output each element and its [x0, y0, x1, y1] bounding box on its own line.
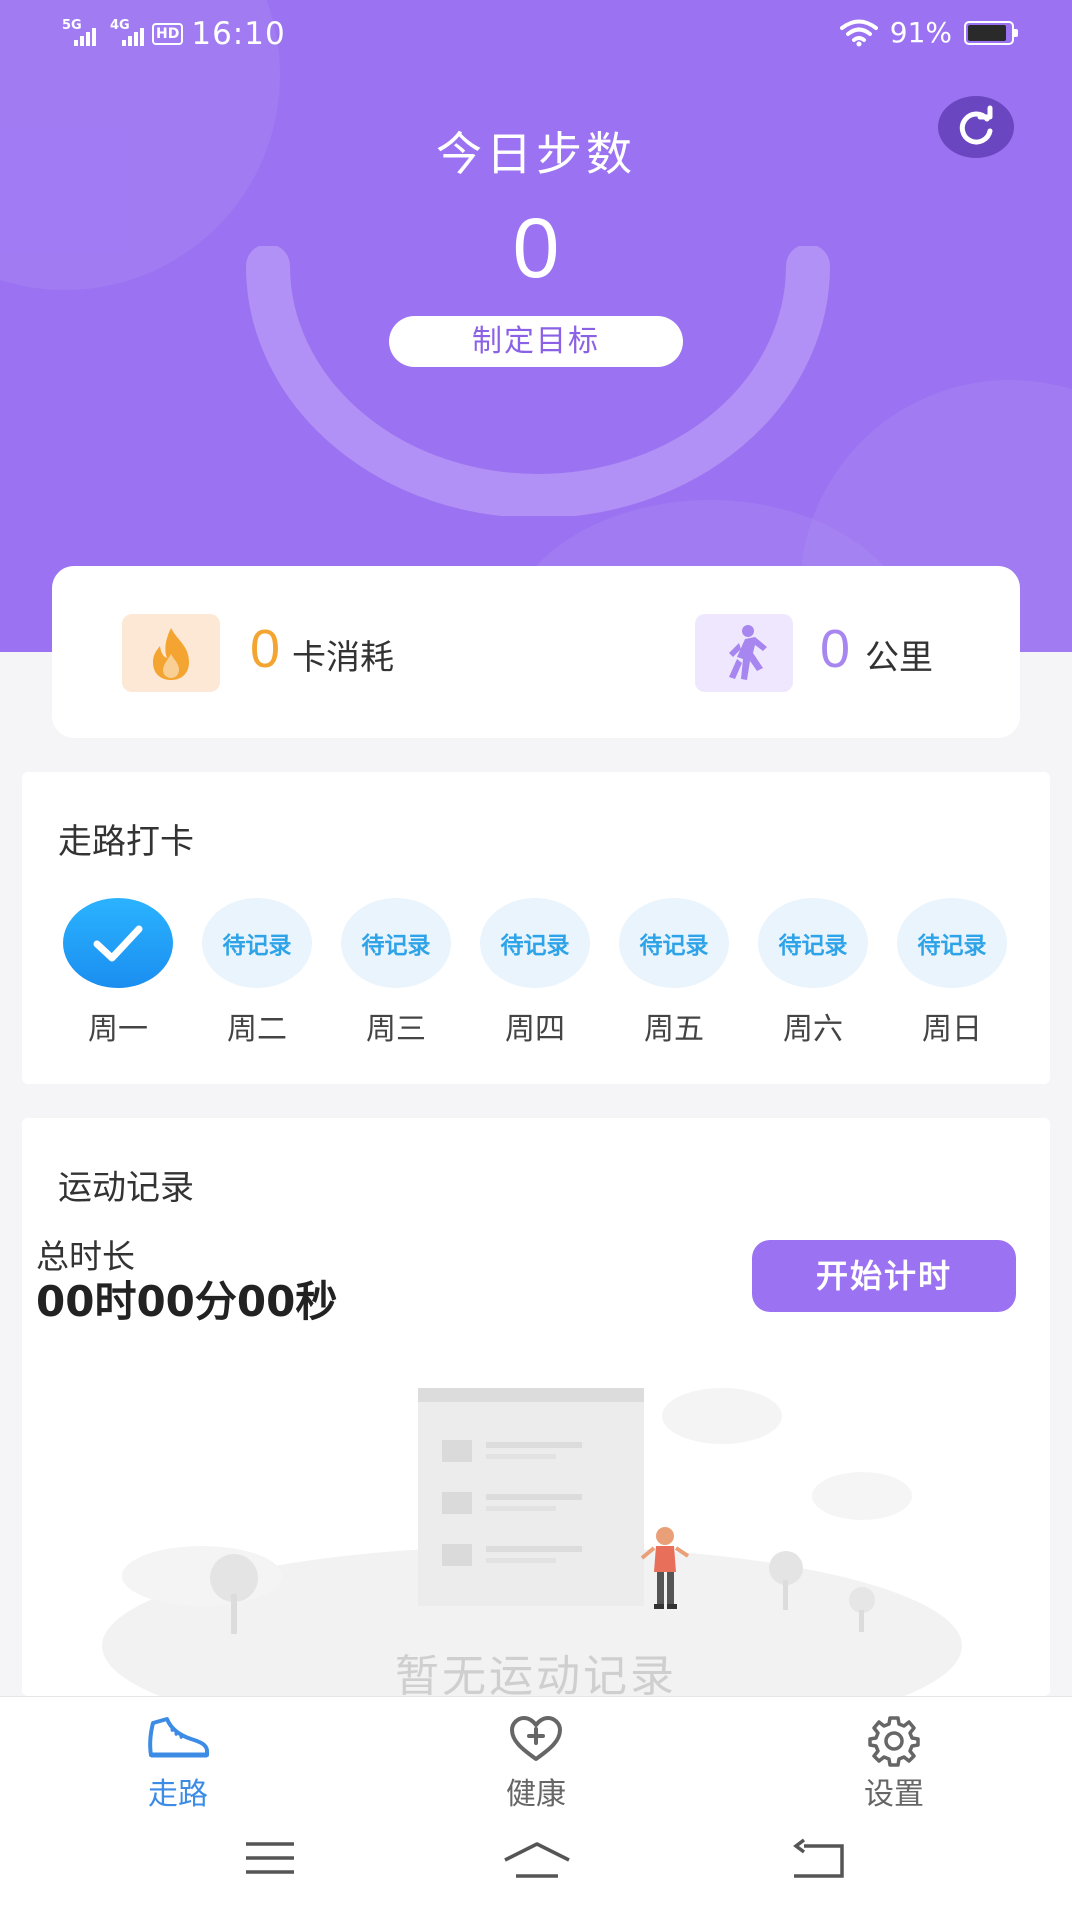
day-label: 周一: [88, 1012, 148, 1047]
heart-plus-icon: [510, 1716, 562, 1761]
day-pending-tuesday[interactable]: 待记录: [202, 898, 312, 988]
checkin-title: 走路打卡: [58, 822, 194, 862]
menu-icon[interactable]: [244, 1838, 296, 1878]
bottom-tab-bar: 走路 健康 设置: [0, 1696, 1072, 1814]
distance-label: 公里: [865, 638, 933, 678]
clock: 16:10: [191, 16, 286, 52]
day-pending-thursday[interactable]: 待记录: [480, 898, 590, 988]
home-icon[interactable]: [502, 1838, 572, 1882]
network-type-label: 5G: [62, 18, 82, 33]
shoe-icon: [148, 1717, 209, 1758]
distance-value: 0: [820, 619, 851, 679]
page-title: 今日步数: [436, 127, 636, 181]
day-pending-wednesday[interactable]: 待记录: [341, 898, 451, 988]
wifi-icon: [839, 19, 878, 46]
calories-label: 卡消耗: [292, 638, 394, 678]
total-duration-value: 00时00分00秒: [36, 1277, 338, 1326]
day-pending-friday[interactable]: 待记录: [619, 898, 729, 988]
stats-card: 0 卡消耗 0 公里: [52, 566, 1020, 738]
gear-icon: [868, 1716, 920, 1767]
signal-5g-icon: 5G: [62, 18, 96, 46]
checkin-card: 走路打卡 待记录 待记录 待记录 待记录 待记录 待记录 周一 周二 周三 周四…: [22, 772, 1050, 1084]
set-goal-button[interactable]: 制定目标: [389, 316, 683, 367]
record-title: 运动记录: [58, 1168, 194, 1208]
tab-settings[interactable]: 设置: [804, 1697, 984, 1815]
fire-icon: [122, 614, 220, 692]
progress-arc: [246, 246, 830, 516]
back-icon[interactable]: [790, 1838, 846, 1882]
day-label: 周日: [922, 1012, 982, 1047]
signal-4g-icon: 4G: [110, 18, 144, 46]
tab-label: 设置: [864, 1777, 924, 1812]
day-label: 周三: [366, 1012, 426, 1047]
day-pending-saturday[interactable]: 待记录: [758, 898, 868, 988]
walking-person-icon: [695, 614, 793, 692]
tab-walk[interactable]: 走路: [88, 1697, 268, 1815]
status-bar: 5G 4G HD 16:10 91%: [0, 0, 1072, 66]
hd-icon: HD: [152, 23, 184, 45]
day-label: 周六: [783, 1012, 843, 1047]
tab-label: 健康: [506, 1777, 566, 1812]
calories-value: 0: [250, 619, 281, 679]
day-pending-sunday[interactable]: 待记录: [897, 898, 1007, 988]
tab-label: 走路: [148, 1777, 208, 1812]
network-type-label: 4G: [110, 18, 130, 33]
day-label: 周二: [227, 1012, 287, 1047]
start-timer-button[interactable]: 开始计时: [752, 1240, 1016, 1312]
day-label: 周四: [505, 1012, 565, 1047]
battery-icon: [964, 20, 1018, 45]
tab-health[interactable]: 健康: [446, 1697, 626, 1815]
day-label: 周五: [644, 1012, 704, 1047]
empty-state-text: 暂无运动记录: [395, 1651, 677, 1702]
battery-percent: 91%: [889, 16, 952, 49]
checkmark-icon: [93, 925, 143, 962]
system-nav-bar: [0, 1814, 1072, 1912]
day-checked-monday[interactable]: [63, 898, 173, 988]
